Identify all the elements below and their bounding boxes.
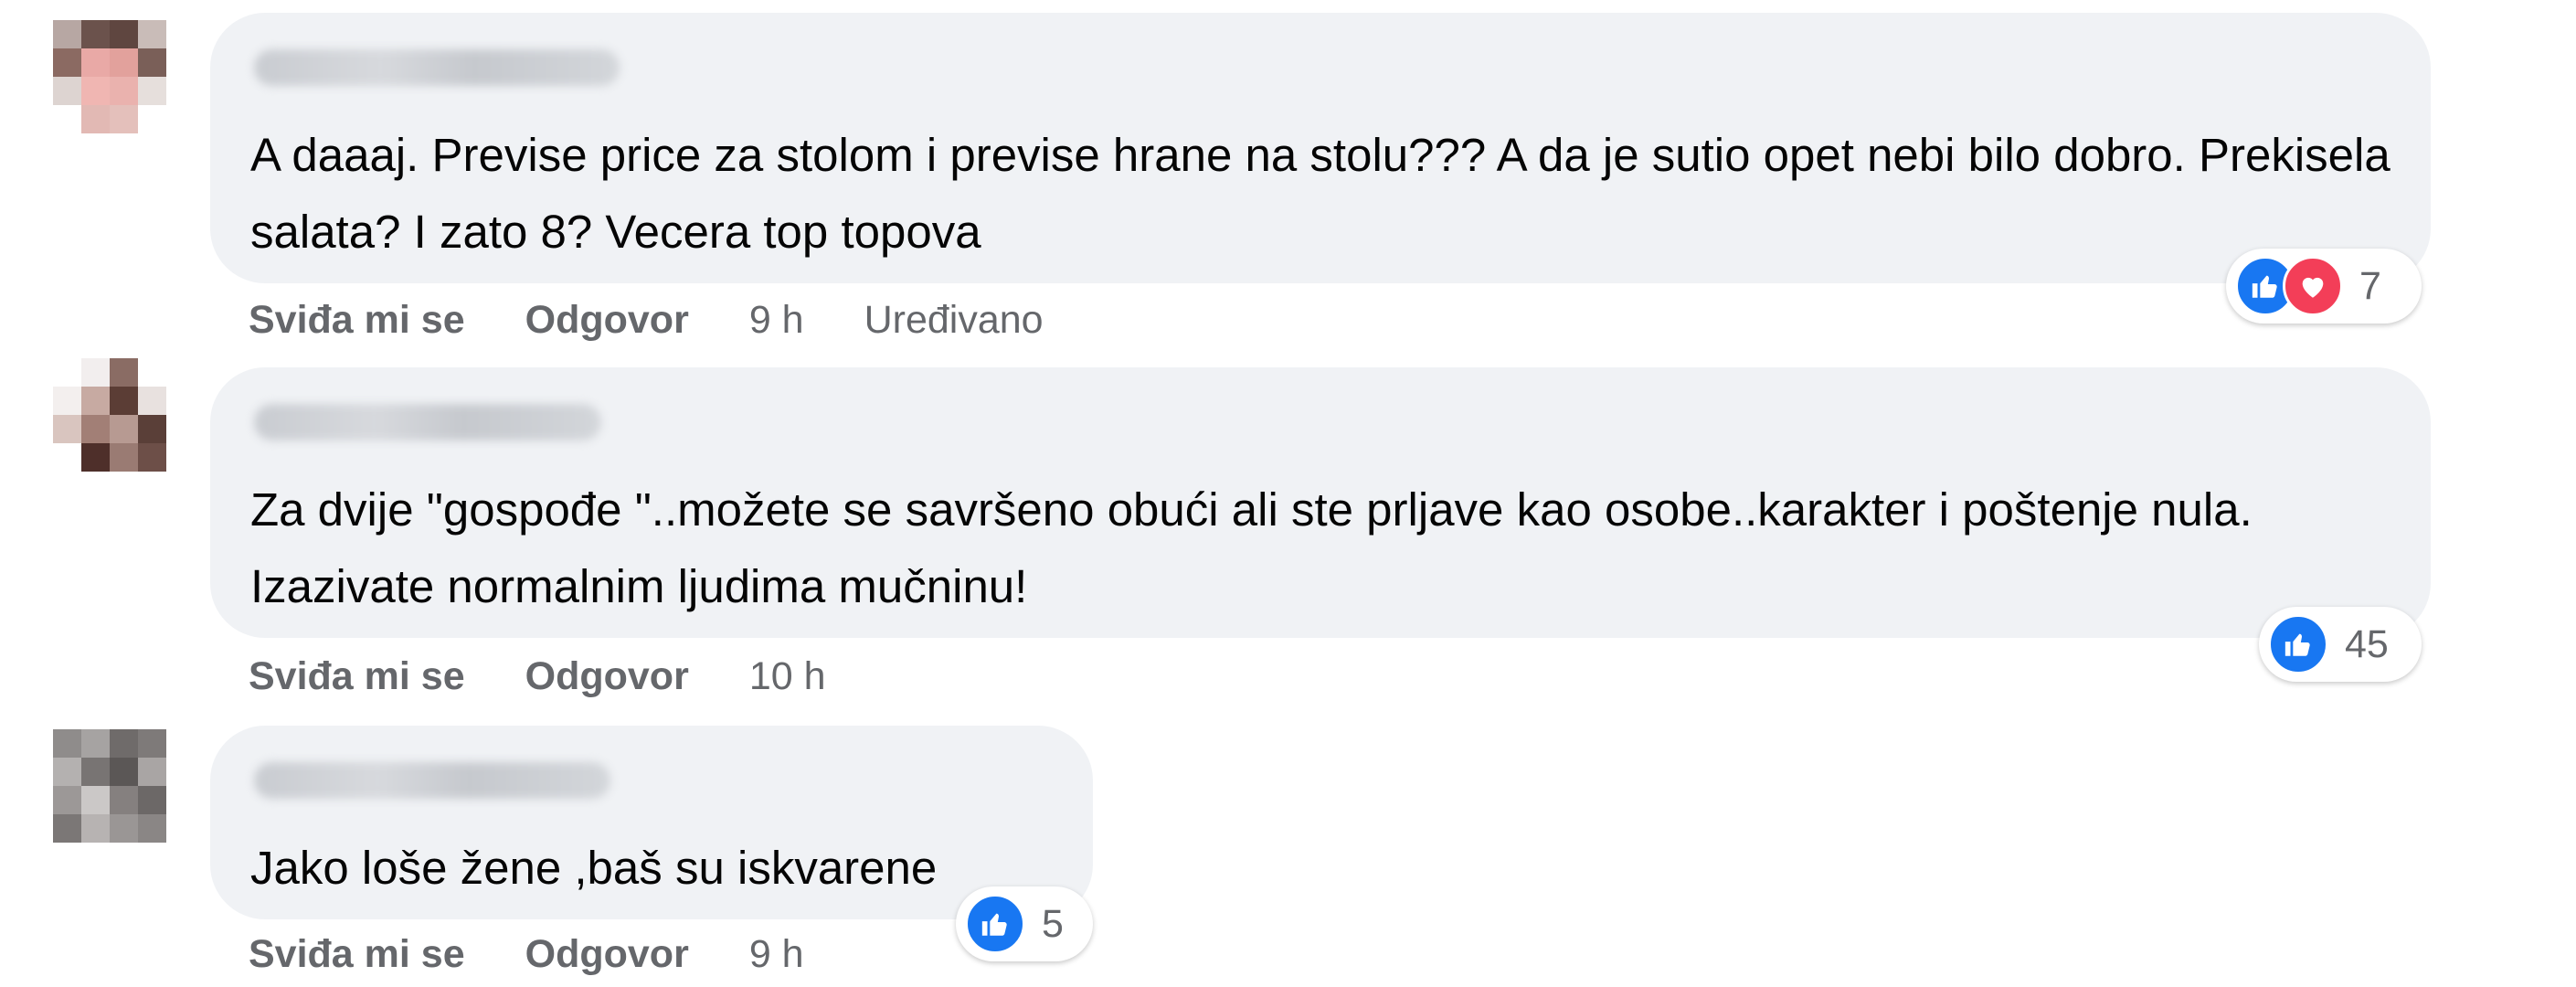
reaction-count: 7 bbox=[2359, 263, 2381, 308]
comment-timestamp[interactable]: 9 h bbox=[749, 298, 804, 343]
like-icon bbox=[965, 894, 1025, 954]
avatar[interactable] bbox=[53, 358, 166, 472]
comment-bubble: A daaaj. Previse price za stolom i previ… bbox=[210, 13, 2431, 283]
love-icon bbox=[2283, 256, 2343, 316]
reaction-summary[interactable]: 5 bbox=[956, 886, 1093, 961]
reaction-summary[interactable]: 7 bbox=[2226, 249, 2422, 324]
comment-timestamp[interactable]: 9 h bbox=[749, 932, 804, 977]
reaction-count: 45 bbox=[2345, 621, 2389, 666]
comment-bubble: Za dvije "gospođe "..možete se savršeno … bbox=[210, 367, 2431, 638]
author-name-blurred[interactable] bbox=[254, 762, 610, 799]
reaction-count: 5 bbox=[1042, 901, 1064, 946]
reaction-summary[interactable]: 45 bbox=[2259, 607, 2422, 682]
author-name-blurred[interactable] bbox=[254, 404, 601, 440]
like-button[interactable]: Sviđa mi se bbox=[249, 298, 465, 343]
reply-button[interactable]: Odgovor bbox=[525, 298, 689, 343]
author-name-blurred[interactable] bbox=[254, 49, 620, 86]
comment-actions: Sviđa mi se Odgovor 9 h bbox=[249, 932, 864, 977]
like-icon bbox=[2268, 614, 2328, 674]
comment-text: A daaaj. Previse price za stolom i previ… bbox=[250, 129, 2403, 258]
reply-button[interactable]: Odgovor bbox=[525, 654, 689, 699]
edited-label[interactable]: Uređivano bbox=[864, 298, 1044, 343]
like-button[interactable]: Sviđa mi se bbox=[249, 654, 465, 699]
avatar[interactable] bbox=[53, 20, 166, 133]
comment-bubble: Jako loše žene ,baš su iskvarene bbox=[210, 726, 1093, 919]
comment-actions: Sviđa mi se Odgovor 9 h Uređivano bbox=[249, 298, 1104, 343]
reply-button[interactable]: Odgovor bbox=[525, 932, 689, 977]
comment-text: Jako loše žene ,baš su iskvarene bbox=[250, 842, 938, 894]
like-button[interactable]: Sviđa mi se bbox=[249, 932, 465, 977]
comment-timestamp[interactable]: 10 h bbox=[749, 654, 826, 699]
comment-actions: Sviđa mi se Odgovor 10 h bbox=[249, 654, 886, 699]
avatar[interactable] bbox=[53, 729, 166, 843]
comment-text: Za dvije "gospođe "..možete se savršeno … bbox=[250, 483, 2265, 612]
